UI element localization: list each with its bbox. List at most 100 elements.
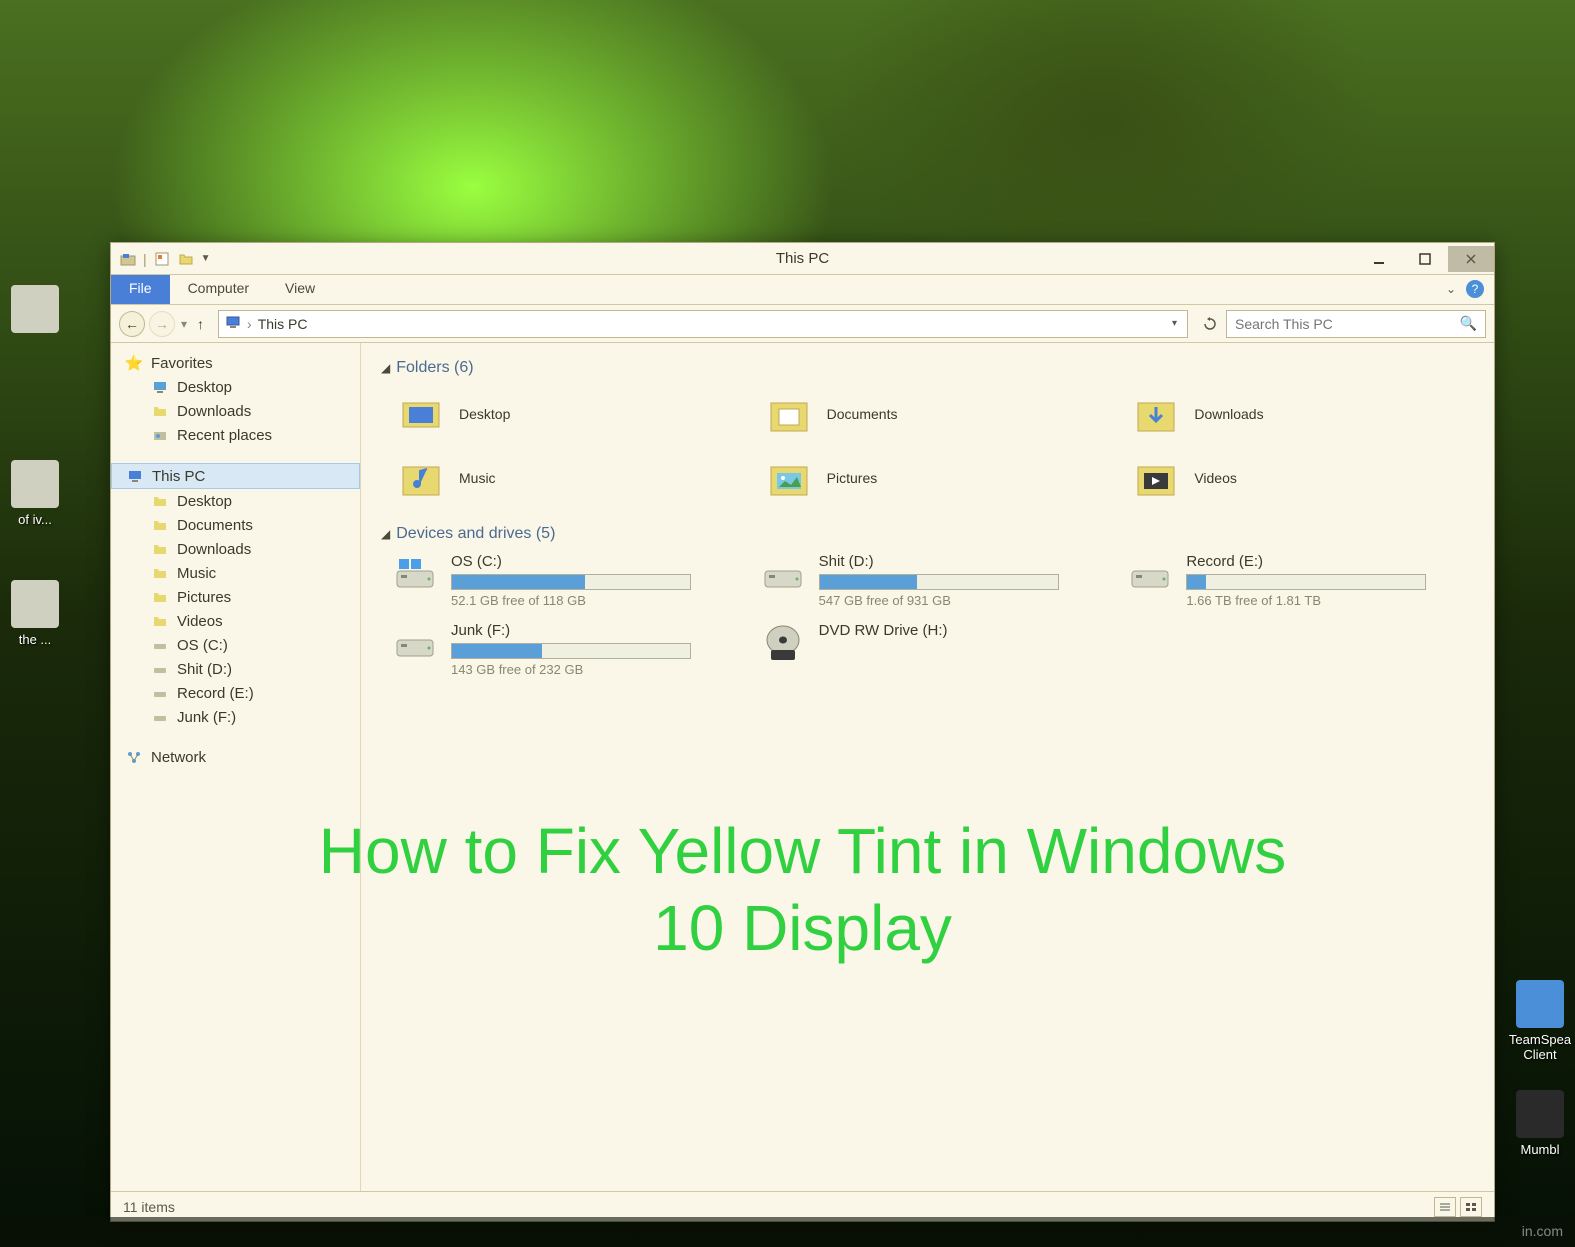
folder-icon	[765, 393, 813, 435]
folder-icon	[397, 393, 445, 435]
desktop-icon[interactable]: the ...	[0, 580, 70, 647]
drive-icon	[1126, 553, 1174, 593]
drive-name: Record (E:)	[1186, 553, 1474, 570]
drive-item[interactable]: Record (E:) 1.66 TB free of 1.81 TB	[1126, 553, 1474, 608]
tab-file[interactable]: File	[111, 275, 170, 304]
address-dropdown-icon[interactable]: ▾	[1172, 318, 1181, 329]
folder-pictures[interactable]: Pictures	[759, 451, 1107, 505]
breadcrumb-separator: ›	[247, 316, 252, 332]
app-icon	[119, 250, 137, 268]
section-drives[interactable]: ◢ Devices and drives (5)	[381, 525, 1474, 543]
folder-documents[interactable]: Documents	[759, 387, 1107, 441]
usage-bar	[819, 574, 1059, 590]
sidebar-item-pictures[interactable]: Pictures	[111, 585, 360, 609]
search-icon[interactable]: 🔍	[1460, 315, 1477, 332]
window-title: This PC	[776, 250, 829, 267]
folder-icon	[151, 588, 169, 606]
desktop-icon	[151, 378, 169, 396]
sidebar-item-desktop[interactable]: Desktop	[111, 375, 360, 399]
sidebar-item-downloads[interactable]: Downloads	[111, 537, 360, 561]
drive-name: Junk (F:)	[451, 622, 739, 639]
folder-videos[interactable]: Videos	[1126, 451, 1474, 505]
sidebar-item-drive-f[interactable]: Junk (F:)	[111, 705, 360, 729]
collapse-arrow-icon: ◢	[381, 361, 390, 375]
up-button[interactable]: ↑	[193, 316, 208, 332]
ribbon: File Computer View ⌄ ?	[111, 275, 1494, 305]
sidebar-item-downloads[interactable]: Downloads	[111, 399, 360, 423]
drive-name: Shit (D:)	[819, 553, 1107, 570]
tiles-view-button[interactable]	[1460, 1197, 1482, 1217]
properties-icon[interactable]	[153, 250, 171, 268]
refresh-button[interactable]	[1198, 312, 1222, 336]
search-input[interactable]	[1235, 316, 1460, 332]
star-icon: ⭐	[125, 354, 143, 372]
search-box[interactable]: 🔍	[1226, 310, 1486, 338]
section-folders[interactable]: ◢ Folders (6)	[381, 359, 1474, 377]
drive-icon	[151, 660, 169, 678]
drive-free-text: 52.1 GB free of 118 GB	[451, 593, 739, 608]
close-button[interactable]	[1448, 246, 1494, 272]
desktop-icon[interactable]: of iv...	[0, 460, 70, 527]
ribbon-collapse-icon[interactable]: ⌄	[1446, 282, 1456, 296]
sidebar-favorites[interactable]: ⭐ Favorites	[111, 351, 360, 375]
drive-item[interactable]: Junk (F:) 143 GB free of 232 GB	[391, 622, 739, 677]
sidebar-thispc[interactable]: This PC	[111, 463, 360, 489]
sidebar-item-documents[interactable]: Documents	[111, 513, 360, 537]
drive-icon	[759, 553, 807, 593]
downloads-icon	[151, 402, 169, 420]
history-dropdown-icon[interactable]: ▾	[179, 317, 189, 331]
status-item-count: 11 items	[123, 1199, 175, 1215]
address-bar[interactable]: › This PC ▾	[218, 310, 1188, 338]
back-button[interactable]: ←	[119, 311, 145, 337]
help-icon[interactable]: ?	[1466, 280, 1484, 298]
folder-label: Pictures	[827, 470, 878, 486]
usage-bar	[1186, 574, 1426, 590]
folder-icon	[1132, 393, 1180, 435]
details-view-button[interactable]	[1434, 1197, 1456, 1217]
folder-label: Documents	[827, 406, 898, 422]
network-icon	[125, 748, 143, 766]
tab-view[interactable]: View	[267, 275, 333, 304]
drive-item[interactable]: DVDDVD RW Drive (H:)	[759, 622, 1107, 677]
sidebar-item-drive-c[interactable]: OS (C:)	[111, 633, 360, 657]
overlay-caption: How to Fix Yellow Tint in Windows 10 Dis…	[303, 813, 1303, 967]
folder-downloads[interactable]: Downloads	[1126, 387, 1474, 441]
qat-separator: |	[143, 251, 147, 267]
sidebar-item-videos[interactable]: Videos	[111, 609, 360, 633]
breadcrumb-location[interactable]: This PC	[258, 316, 308, 332]
pc-icon	[225, 314, 241, 333]
qat-dropdown-arrow[interactable]: ▼	[201, 253, 211, 264]
folder-music[interactable]: Music	[391, 451, 739, 505]
sidebar-item-desktop[interactable]: Desktop	[111, 489, 360, 513]
sidebar-item-drive-d[interactable]: Shit (D:)	[111, 657, 360, 681]
sidebar-network[interactable]: Network	[111, 745, 360, 769]
new-folder-icon[interactable]	[177, 250, 195, 268]
forward-button[interactable]: →	[149, 311, 175, 337]
drive-item[interactable]: OS (C:) 52.1 GB free of 118 GB	[391, 553, 739, 608]
folder-icon	[765, 457, 813, 499]
desktop-icon[interactable]	[0, 285, 70, 337]
sidebar-item-drive-e[interactable]: Record (E:)	[111, 681, 360, 705]
titlebar[interactable]: | ▼ This PC	[111, 243, 1494, 275]
usage-bar	[451, 574, 691, 590]
sidebar-item-recent[interactable]: Recent places	[111, 423, 360, 447]
drive-free-text: 143 GB free of 232 GB	[451, 662, 739, 677]
taskbar[interactable]	[0, 1217, 1575, 1247]
folder-icon	[151, 540, 169, 558]
sidebar-item-music[interactable]: Music	[111, 561, 360, 585]
drive-icon	[151, 636, 169, 654]
desktop-icon-teamspeak[interactable]: TeamSpea Client	[1505, 980, 1575, 1062]
tab-computer[interactable]: Computer	[170, 275, 267, 304]
recent-icon	[151, 426, 169, 444]
desktop-icon-mumble[interactable]: Mumbl	[1505, 1090, 1575, 1157]
maximize-button[interactable]	[1402, 246, 1448, 272]
drive-item[interactable]: Shit (D:)547 GB free of 931 GB	[759, 553, 1107, 608]
drive-free-text: 1.66 TB free of 1.81 TB	[1186, 593, 1474, 608]
drive-icon	[391, 553, 439, 593]
drive-name: OS (C:)	[451, 553, 739, 570]
drive-icon	[391, 622, 439, 662]
watermark: in.com	[1522, 1223, 1563, 1239]
minimize-button[interactable]	[1356, 246, 1402, 272]
folder-desktop[interactable]: Desktop	[391, 387, 739, 441]
content-pane: ◢ Folders (6) Desktop Documents Downloads M…	[361, 343, 1494, 1191]
